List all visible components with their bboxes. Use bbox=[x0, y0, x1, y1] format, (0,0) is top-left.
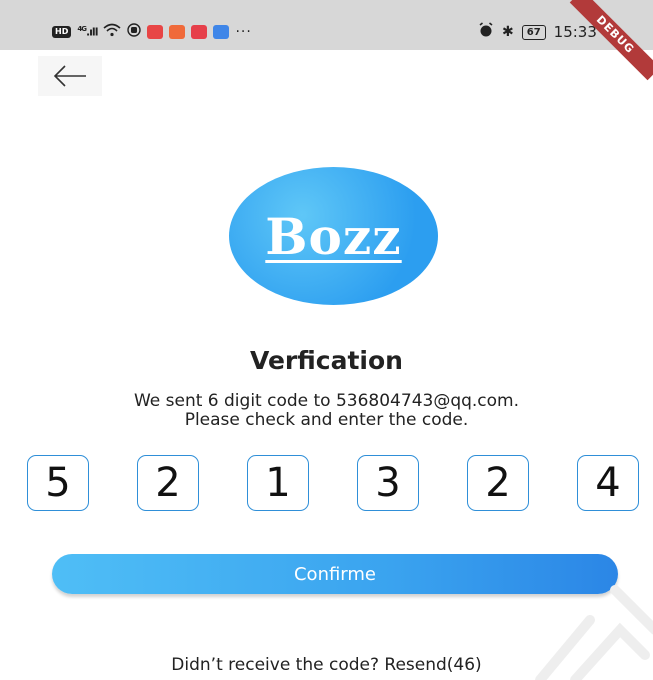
code-digit-5[interactable]: 2 bbox=[467, 455, 529, 511]
app-icon-red bbox=[147, 24, 164, 39]
app-icon-blue bbox=[213, 24, 230, 39]
page-title: Verfication bbox=[250, 346, 403, 375]
instruction-text: We sent 6 digit code to 536804743@qq.com… bbox=[0, 392, 653, 430]
bluetooth-icon: ✱ bbox=[502, 24, 514, 40]
alarm-icon bbox=[478, 22, 494, 42]
hd-icon: HD bbox=[52, 25, 72, 38]
instruction-line-2: Please check and enter the code. bbox=[184, 410, 469, 430]
play-icon bbox=[169, 24, 186, 39]
status-left: HD 4G.ıll ··· bbox=[52, 22, 252, 41]
app-logo: Bozz bbox=[229, 167, 438, 305]
confirm-button[interactable]: Confirme bbox=[52, 554, 618, 594]
resend-link[interactable]: Didn’t receive the code? Resend(46) bbox=[0, 655, 653, 675]
code-digit-2[interactable]: 2 bbox=[137, 455, 199, 511]
code-digit-3[interactable]: 1 bbox=[247, 455, 309, 511]
app-icon-red-square bbox=[191, 24, 208, 39]
logo-text: Bozz bbox=[265, 206, 402, 266]
more-icon: ··· bbox=[235, 23, 252, 40]
signal-icon: 4G.ıll bbox=[77, 24, 98, 39]
status-right: ✱ 67 15:33 bbox=[478, 22, 597, 42]
code-digit-1[interactable]: 5 bbox=[27, 455, 89, 511]
arrow-left-icon bbox=[53, 65, 86, 87]
back-button[interactable] bbox=[38, 56, 102, 96]
instruction-line-1: We sent 6 digit code to 536804743@qq.com… bbox=[133, 391, 520, 411]
hand-icon bbox=[127, 22, 142, 41]
battery-icon: 67 bbox=[521, 24, 546, 40]
status-time: 15:33 bbox=[553, 23, 597, 41]
code-digit-4[interactable]: 3 bbox=[357, 455, 419, 511]
wifi-icon bbox=[103, 22, 121, 41]
code-digit-6[interactable]: 4 bbox=[577, 455, 639, 511]
status-bar: HD 4G.ıll ··· ✱ 67 15:33 bbox=[0, 0, 653, 50]
